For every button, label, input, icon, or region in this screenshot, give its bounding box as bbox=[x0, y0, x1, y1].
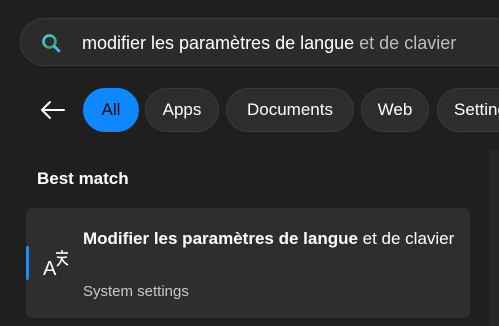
search-window: modifier les paramètres de langue et de … bbox=[0, 0, 499, 326]
search-bar[interactable]: modifier les paramètres de langue et de … bbox=[20, 18, 499, 66]
filter-tab-web[interactable]: Web bbox=[361, 88, 429, 132]
search-icon bbox=[42, 34, 61, 53]
result-title-rest: et de clavier bbox=[357, 229, 455, 248]
arrow-left-icon bbox=[41, 101, 65, 119]
search-input[interactable]: modifier les paramètres de langue et de … bbox=[82, 32, 456, 54]
filter-tab-all[interactable]: All bbox=[83, 88, 139, 132]
result-title-match: Modifier les paramètres de langue bbox=[83, 229, 358, 248]
selection-indicator bbox=[26, 246, 29, 280]
filter-tab-apps[interactable]: Apps bbox=[145, 88, 219, 132]
search-suggestion-text: et de clavier bbox=[354, 33, 457, 53]
section-title-best-match: Best match bbox=[37, 169, 129, 188]
language-icon: A bbox=[43, 250, 69, 278]
result-title: Modifier les paramètres de langue et de … bbox=[83, 226, 458, 252]
preview-pane-edge bbox=[489, 150, 499, 326]
result-subtitle: System settings bbox=[83, 283, 189, 300]
search-query-text: modifier les paramètres de langue bbox=[82, 33, 355, 53]
filter-tab-documents[interactable]: Documents bbox=[226, 88, 354, 132]
best-match-result[interactable]: A Modifier les paramètres de langue et d… bbox=[26, 208, 470, 318]
filter-tab-settings[interactable]: Settings bbox=[437, 88, 499, 132]
svg-text:A: A bbox=[43, 258, 57, 278]
back-button[interactable] bbox=[36, 94, 70, 126]
